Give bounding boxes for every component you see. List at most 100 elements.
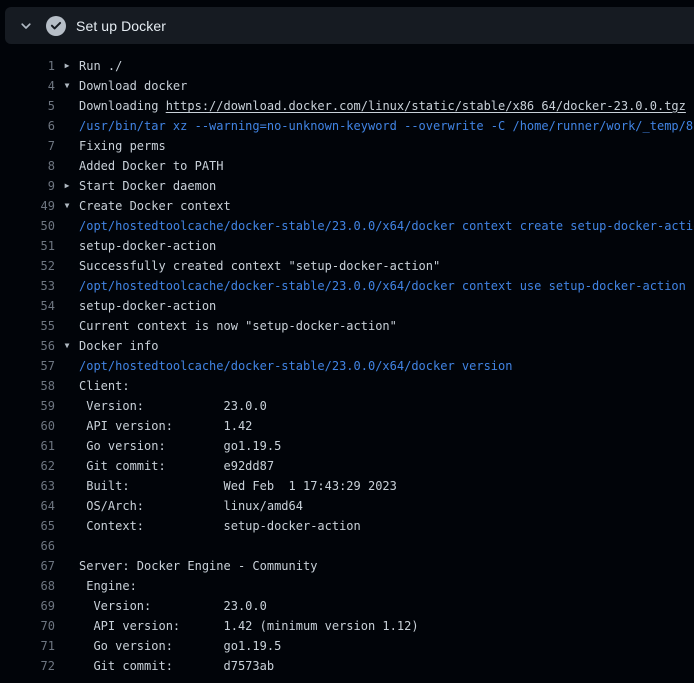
group-title: Download docker (79, 76, 187, 96)
toggle-spacer (55, 616, 79, 636)
log-line: 72 Git commit: d7573ab (0, 656, 694, 676)
toggle-spacer (55, 476, 79, 496)
toggle-spacer (55, 96, 79, 116)
log-line: 55 Current context is now "setup-docker-a… (0, 316, 694, 336)
line-number[interactable]: 70 (0, 616, 55, 636)
log-text: Server: Docker Engine - Community (79, 556, 317, 576)
toggle-spacer (55, 296, 79, 316)
toggle-spacer (55, 416, 79, 436)
group-expand-toggle-icon[interactable]: ▶ (55, 176, 79, 196)
line-number[interactable]: 57 (0, 356, 55, 376)
log-line: 4▼Download docker (0, 76, 694, 96)
group-title: Create Docker context (79, 196, 231, 216)
line-number[interactable]: 67 (0, 556, 55, 576)
line-number[interactable]: 66 (0, 536, 55, 556)
log-text: OS/Arch: linux/amd64 (79, 496, 303, 516)
line-number[interactable]: 71 (0, 636, 55, 656)
line-number[interactable]: 65 (0, 516, 55, 536)
log-line: 54setup-docker-action (0, 296, 694, 316)
group-collapse-toggle-icon[interactable]: ▼ (55, 196, 79, 216)
line-number[interactable]: 55 (0, 316, 55, 336)
log-line: 69 Version: 23.0.0 (0, 596, 694, 616)
toggle-spacer (55, 596, 79, 616)
line-number[interactable]: 61 (0, 436, 55, 456)
toggle-spacer (55, 236, 79, 256)
line-number[interactable]: 51 (0, 236, 55, 256)
toggle-spacer (55, 516, 79, 536)
toggle-spacer (55, 576, 79, 596)
log-text: Git commit: e92dd87 (79, 456, 274, 476)
line-number[interactable]: 9 (0, 176, 55, 196)
log-line: 60 API version: 1.42 (0, 416, 694, 436)
line-number[interactable]: 68 (0, 576, 55, 596)
command-text: /usr/bin/tar xz --warning=no-unknown-key… (79, 116, 694, 136)
log-text-with-link: Downloading https://download.docker.com/… (79, 96, 686, 116)
line-number[interactable]: 1 (0, 56, 55, 76)
log-line: 9▶Start Docker daemon (0, 176, 694, 196)
line-number[interactable]: 5 (0, 96, 55, 116)
chevron-down-icon[interactable] (18, 18, 34, 34)
toggle-spacer (55, 456, 79, 476)
toggle-spacer (55, 316, 79, 336)
log-line: 66 (0, 536, 694, 556)
group-collapse-toggle-icon[interactable]: ▼ (55, 336, 79, 356)
log-line: 6/usr/bin/tar xz --warning=no-unknown-ke… (0, 116, 694, 136)
log-line: 8Added Docker to PATH (0, 156, 694, 176)
log-text: Git commit: d7573ab (79, 656, 274, 676)
command-text: /opt/hostedtoolcache/docker-stable/23.0.… (79, 276, 686, 296)
command-text: /opt/hostedtoolcache/docker-stable/23.0.… (79, 216, 694, 236)
toggle-spacer (55, 436, 79, 456)
line-number[interactable]: 4 (0, 76, 55, 96)
group-title: Docker info (79, 336, 158, 356)
toggle-spacer (55, 216, 79, 236)
line-number[interactable]: 60 (0, 416, 55, 436)
log-line: 5 Downloading https://download.docker.com… (0, 96, 694, 116)
line-number[interactable]: 56 (0, 336, 55, 356)
line-number[interactable]: 63 (0, 476, 55, 496)
log-line: 58 Client: (0, 376, 694, 396)
line-number[interactable]: 6 (0, 116, 55, 136)
download-url-link[interactable]: https://download.docker.com/linux/static… (166, 99, 686, 113)
log-line: 7Fixing perms (0, 136, 694, 156)
group-expand-toggle-icon[interactable]: ▶ (55, 56, 79, 76)
line-number[interactable]: 8 (0, 156, 55, 176)
log-viewer: 1▶Run ./4▼Download docker5Downloading ht… (0, 44, 694, 683)
line-number[interactable]: 52 (0, 256, 55, 276)
step-title: Set up Docker (76, 18, 166, 34)
line-number[interactable]: 64 (0, 496, 55, 516)
group-collapse-toggle-icon[interactable]: ▼ (55, 76, 79, 96)
line-number[interactable]: 69 (0, 596, 55, 616)
log-line: 49▼Create Docker context (0, 196, 694, 216)
log-text: Engine: (79, 576, 137, 596)
log-line: 68 Engine: (0, 576, 694, 596)
line-number[interactable]: 50 (0, 216, 55, 236)
toggle-spacer (55, 356, 79, 376)
line-number[interactable]: 59 (0, 396, 55, 416)
line-number[interactable]: 53 (0, 276, 55, 296)
line-number[interactable]: 49 (0, 196, 55, 216)
line-number[interactable]: 7 (0, 136, 55, 156)
log-text: Client: (79, 376, 130, 396)
toggle-spacer (55, 496, 79, 516)
command-text: /opt/hostedtoolcache/docker-stable/23.0.… (79, 356, 512, 376)
log-line: 1▶Run ./ (0, 56, 694, 76)
line-number[interactable]: 72 (0, 656, 55, 676)
log-line: 56▼Docker info (0, 336, 694, 356)
step-header[interactable]: Set up Docker (5, 7, 694, 44)
line-number[interactable]: 62 (0, 456, 55, 476)
log-text: Current context is now "setup-docker-act… (79, 316, 397, 336)
toggle-spacer (55, 656, 79, 676)
log-text: Version: 23.0.0 (79, 596, 267, 616)
toggle-spacer (55, 636, 79, 656)
log-line: 65 Context: setup-docker-action (0, 516, 694, 536)
line-number[interactable]: 58 (0, 376, 55, 396)
toggle-spacer (55, 116, 79, 136)
log-text: Go version: go1.19.5 (79, 436, 281, 456)
log-text: Version: 23.0.0 (79, 396, 267, 416)
log-line: 53/opt/hostedtoolcache/docker-stable/23.… (0, 276, 694, 296)
log-line: 64 OS/Arch: linux/amd64 (0, 496, 694, 516)
log-line: 50/opt/hostedtoolcache/docker-stable/23.… (0, 216, 694, 236)
log-line: 63 Built: Wed Feb 1 17:43:29 2023 (0, 476, 694, 496)
toggle-spacer (55, 156, 79, 176)
line-number[interactable]: 54 (0, 296, 55, 316)
